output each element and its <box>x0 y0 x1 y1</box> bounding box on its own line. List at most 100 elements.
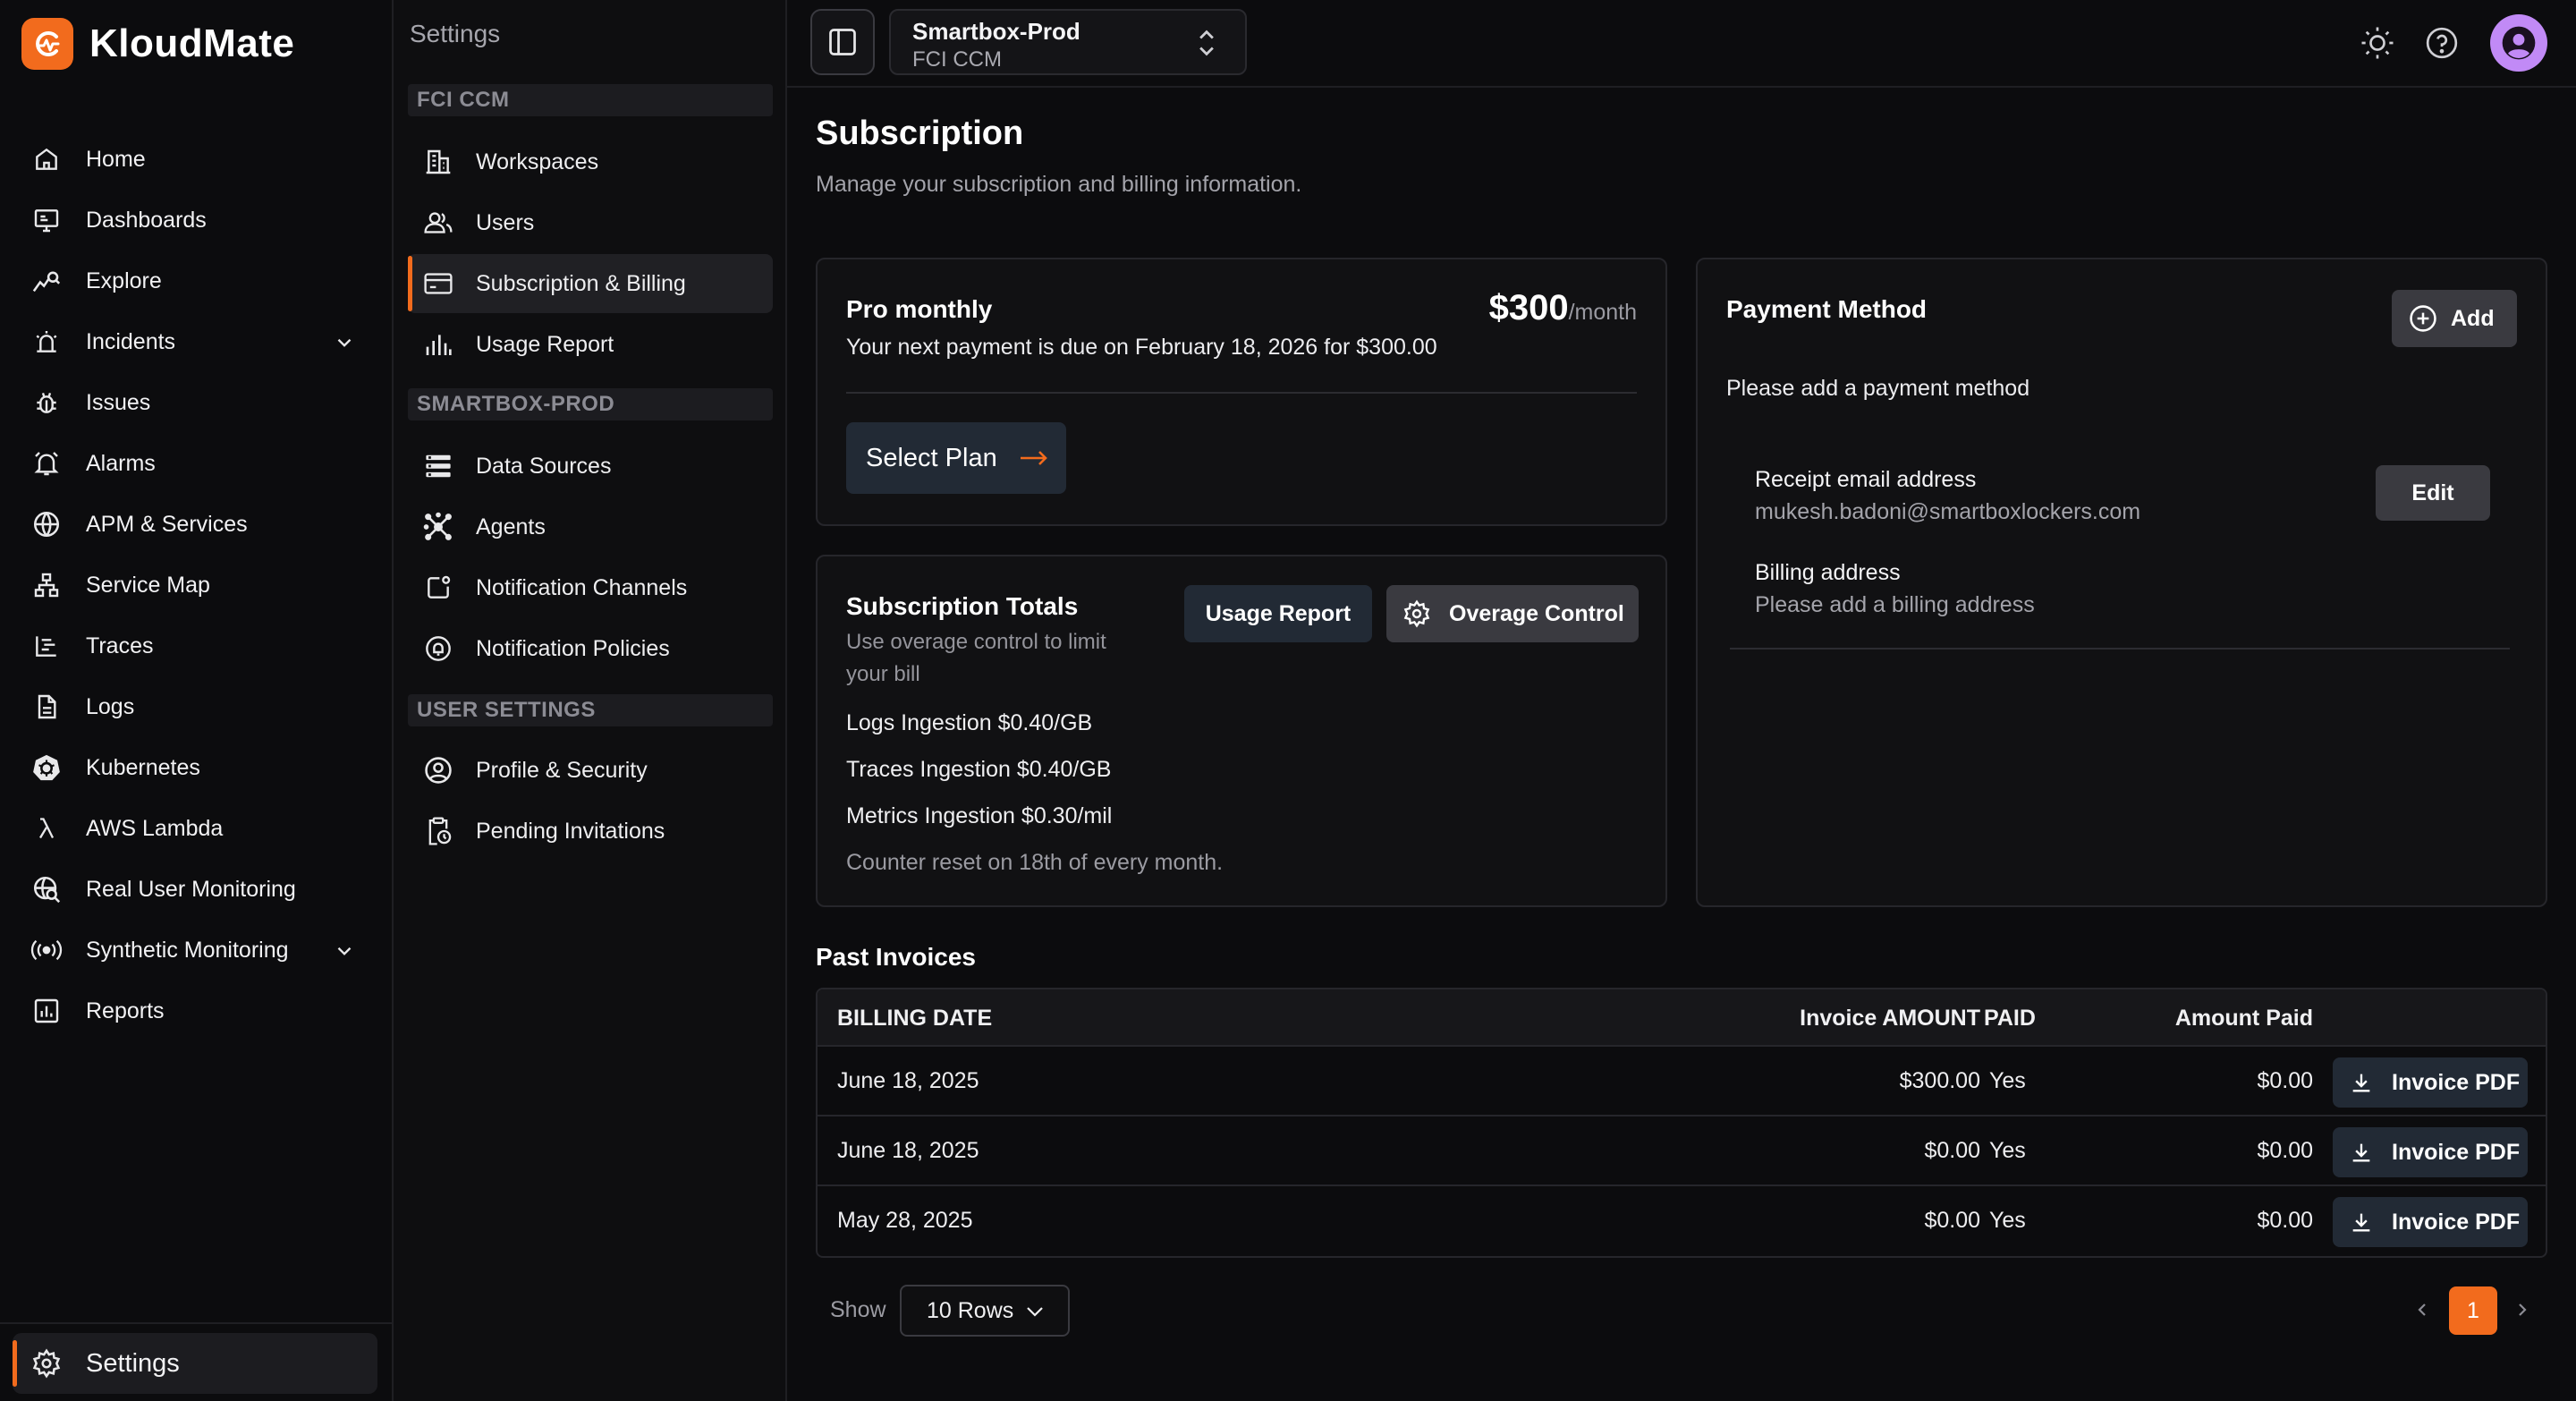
nav-item-real-user-monitoring[interactable]: Real User Monitoring <box>16 859 377 920</box>
bar-chart-icon <box>420 327 456 362</box>
show-label: Show <box>830 1297 886 1322</box>
invoice-pdf-button[interactable]: Invoice PDF <box>2333 1197 2528 1247</box>
user-icon <box>2499 23 2538 63</box>
nav-label: AWS Lambda <box>86 815 224 841</box>
reports-icon <box>29 993 64 1029</box>
usage-report-button[interactable]: Usage Report <box>1184 585 1372 642</box>
paid-cell: Yes <box>1989 1138 2026 1163</box>
workspace-name: Smartbox-Prod <box>912 18 1080 45</box>
logo[interactable]: KloudMate <box>21 18 294 70</box>
nav-label: Pending Invitations <box>476 818 665 844</box>
sun-icon[interactable] <box>2360 25 2395 61</box>
chevron-down-icon[interactable] <box>333 939 356 963</box>
notification-icon <box>420 570 456 606</box>
table-header: BILLING DATE Invoice AMOUNT Amount Paid … <box>818 989 2546 1047</box>
column-header: Amount Paid <box>2174 1006 2313 1031</box>
nav-item-dashboards[interactable]: Dashboards <box>16 190 377 250</box>
nav-item-home[interactable]: Home <box>16 129 377 190</box>
main-nav: Home Dashboards Explore Incidents Issues… <box>16 129 377 1041</box>
subnav-item-notification-policies[interactable]: Notification Policies <box>408 619 773 678</box>
nav-item-issues[interactable]: Issues <box>16 372 377 433</box>
nav-label: Reports <box>86 998 165 1023</box>
nav-label: APM & Services <box>86 511 248 537</box>
invoice-pdf-button[interactable]: Invoice PDF <box>2333 1057 2528 1108</box>
price-amount: $300 <box>1488 288 1569 327</box>
traces-icon <box>29 628 64 664</box>
nav-item-traces[interactable]: Traces <box>16 616 377 676</box>
rate-traces: Traces Ingestion $0.40/GB <box>846 757 1112 782</box>
policy-icon <box>420 631 456 667</box>
subnav-item-workspaces[interactable]: Workspaces <box>408 132 773 191</box>
broadcast-icon <box>29 932 64 968</box>
nav-item-synthetic-monitoring[interactable]: Synthetic Monitoring <box>16 920 377 981</box>
invoices-table: BILLING DATE Invoice AMOUNT Amount Paid … <box>816 988 2547 1258</box>
nav-label: Notification Policies <box>476 635 670 661</box>
chevron-left-icon[interactable] <box>2411 1299 2433 1320</box>
button-label: Invoice PDF <box>2392 1069 2521 1095</box>
rows-per-page-select[interactable]: 10 Rows <box>900 1285 1070 1337</box>
nav-label: Explore <box>86 267 162 293</box>
subnav-item-profile-security[interactable]: Profile & Security <box>408 741 773 800</box>
rum-icon <box>29 871 64 907</box>
lambda-icon <box>29 811 64 846</box>
nav-item-settings[interactable]: Settings <box>13 1333 377 1394</box>
avatar[interactable] <box>2490 14 2547 72</box>
nav-item-explore[interactable]: Explore <box>16 250 377 311</box>
nav-item-aws-lambda[interactable]: AWS Lambda <box>16 798 377 859</box>
subnav-item-usage-report[interactable]: Usage Report <box>408 315 773 374</box>
table-row: May 28, 2025 $0.00 $0.00 Yes Invoice PDF <box>818 1186 2546 1256</box>
nav-item-reports[interactable]: Reports <box>16 981 377 1041</box>
nav-item-apm-services[interactable]: APM & Services <box>16 494 377 555</box>
page-title: Subscription <box>816 115 1024 152</box>
building-icon <box>420 144 456 180</box>
gear-icon <box>1403 599 1430 628</box>
section-header: USER SETTINGS <box>408 694 773 726</box>
billing-date-cell: June 18, 2025 <box>837 1068 979 1093</box>
select-plan-button[interactable]: Select Plan <box>846 422 1066 494</box>
plan-price: $300 /month <box>1489 288 1637 328</box>
workspace-selector[interactable]: Smartbox-Prod FCI CCM <box>889 9 1247 75</box>
nav-label: Real User Monitoring <box>86 876 296 902</box>
paid-cell: Yes <box>1989 1208 2026 1233</box>
table-row: June 18, 2025 $0.00 $0.00 Yes Invoice PD… <box>818 1117 2546 1186</box>
logs-icon <box>29 689 64 725</box>
alarm-icon <box>29 446 64 481</box>
chevron-right-icon[interactable] <box>2512 1299 2533 1320</box>
dashboard-icon <box>29 202 64 238</box>
payment-method-title: Payment Method <box>1726 295 1928 323</box>
nav-item-alarms[interactable]: Alarms <box>16 433 377 494</box>
chevrons-up-down-icon <box>1197 27 1216 59</box>
nav-item-incidents[interactable]: Incidents <box>16 311 377 372</box>
divider <box>846 392 1637 394</box>
database-icon <box>420 448 456 484</box>
org-name: FCI CCM <box>912 47 1002 72</box>
billing-address-label: Billing address <box>1755 560 1901 585</box>
help-icon[interactable] <box>2424 25 2460 61</box>
subscription-totals-card: Subscription Totals Use overage control … <box>816 555 1667 907</box>
nav-label: Service Map <box>86 572 210 598</box>
subnav-item-agents[interactable]: Agents <box>408 497 773 556</box>
nav-item-kubernetes[interactable]: Kubernetes <box>16 737 377 798</box>
credit-card-icon <box>420 266 456 301</box>
page-subtitle: Manage your subscription and billing inf… <box>816 172 1302 197</box>
chevron-down-icon[interactable] <box>333 331 356 354</box>
page-number-button[interactable]: 1 <box>2449 1286 2497 1335</box>
edit-receipt-button[interactable]: Edit <box>2376 465 2490 521</box>
subnav-item-pending-invitations[interactable]: Pending Invitations <box>408 802 773 861</box>
nav-item-service-map[interactable]: Service Map <box>16 555 377 616</box>
profile-icon <box>420 752 456 788</box>
nav-item-logs[interactable]: Logs <box>16 676 377 737</box>
sidebar-toggle-button[interactable] <box>810 9 875 75</box>
plan-name: Pro monthly <box>846 295 993 323</box>
overage-control-button[interactable]: Overage Control <box>1386 585 1639 642</box>
subnav-item-data-sources[interactable]: Data Sources <box>408 437 773 496</box>
plan-card: Pro monthly $300 /month Your next paymen… <box>816 258 1667 526</box>
subnav-item-subscription-billing[interactable]: Subscription & Billing <box>408 254 773 313</box>
subnav-item-users[interactable]: Users <box>408 193 773 252</box>
nav-label: Settings <box>86 1348 180 1378</box>
section-header: FCI CCM <box>408 84 773 116</box>
add-payment-button[interactable]: Add <box>2392 290 2517 347</box>
nav-label: Synthetic Monitoring <box>86 937 289 963</box>
subnav-item-notification-channels[interactable]: Notification Channels <box>408 558 773 617</box>
invoice-pdf-button[interactable]: Invoice PDF <box>2333 1127 2528 1177</box>
